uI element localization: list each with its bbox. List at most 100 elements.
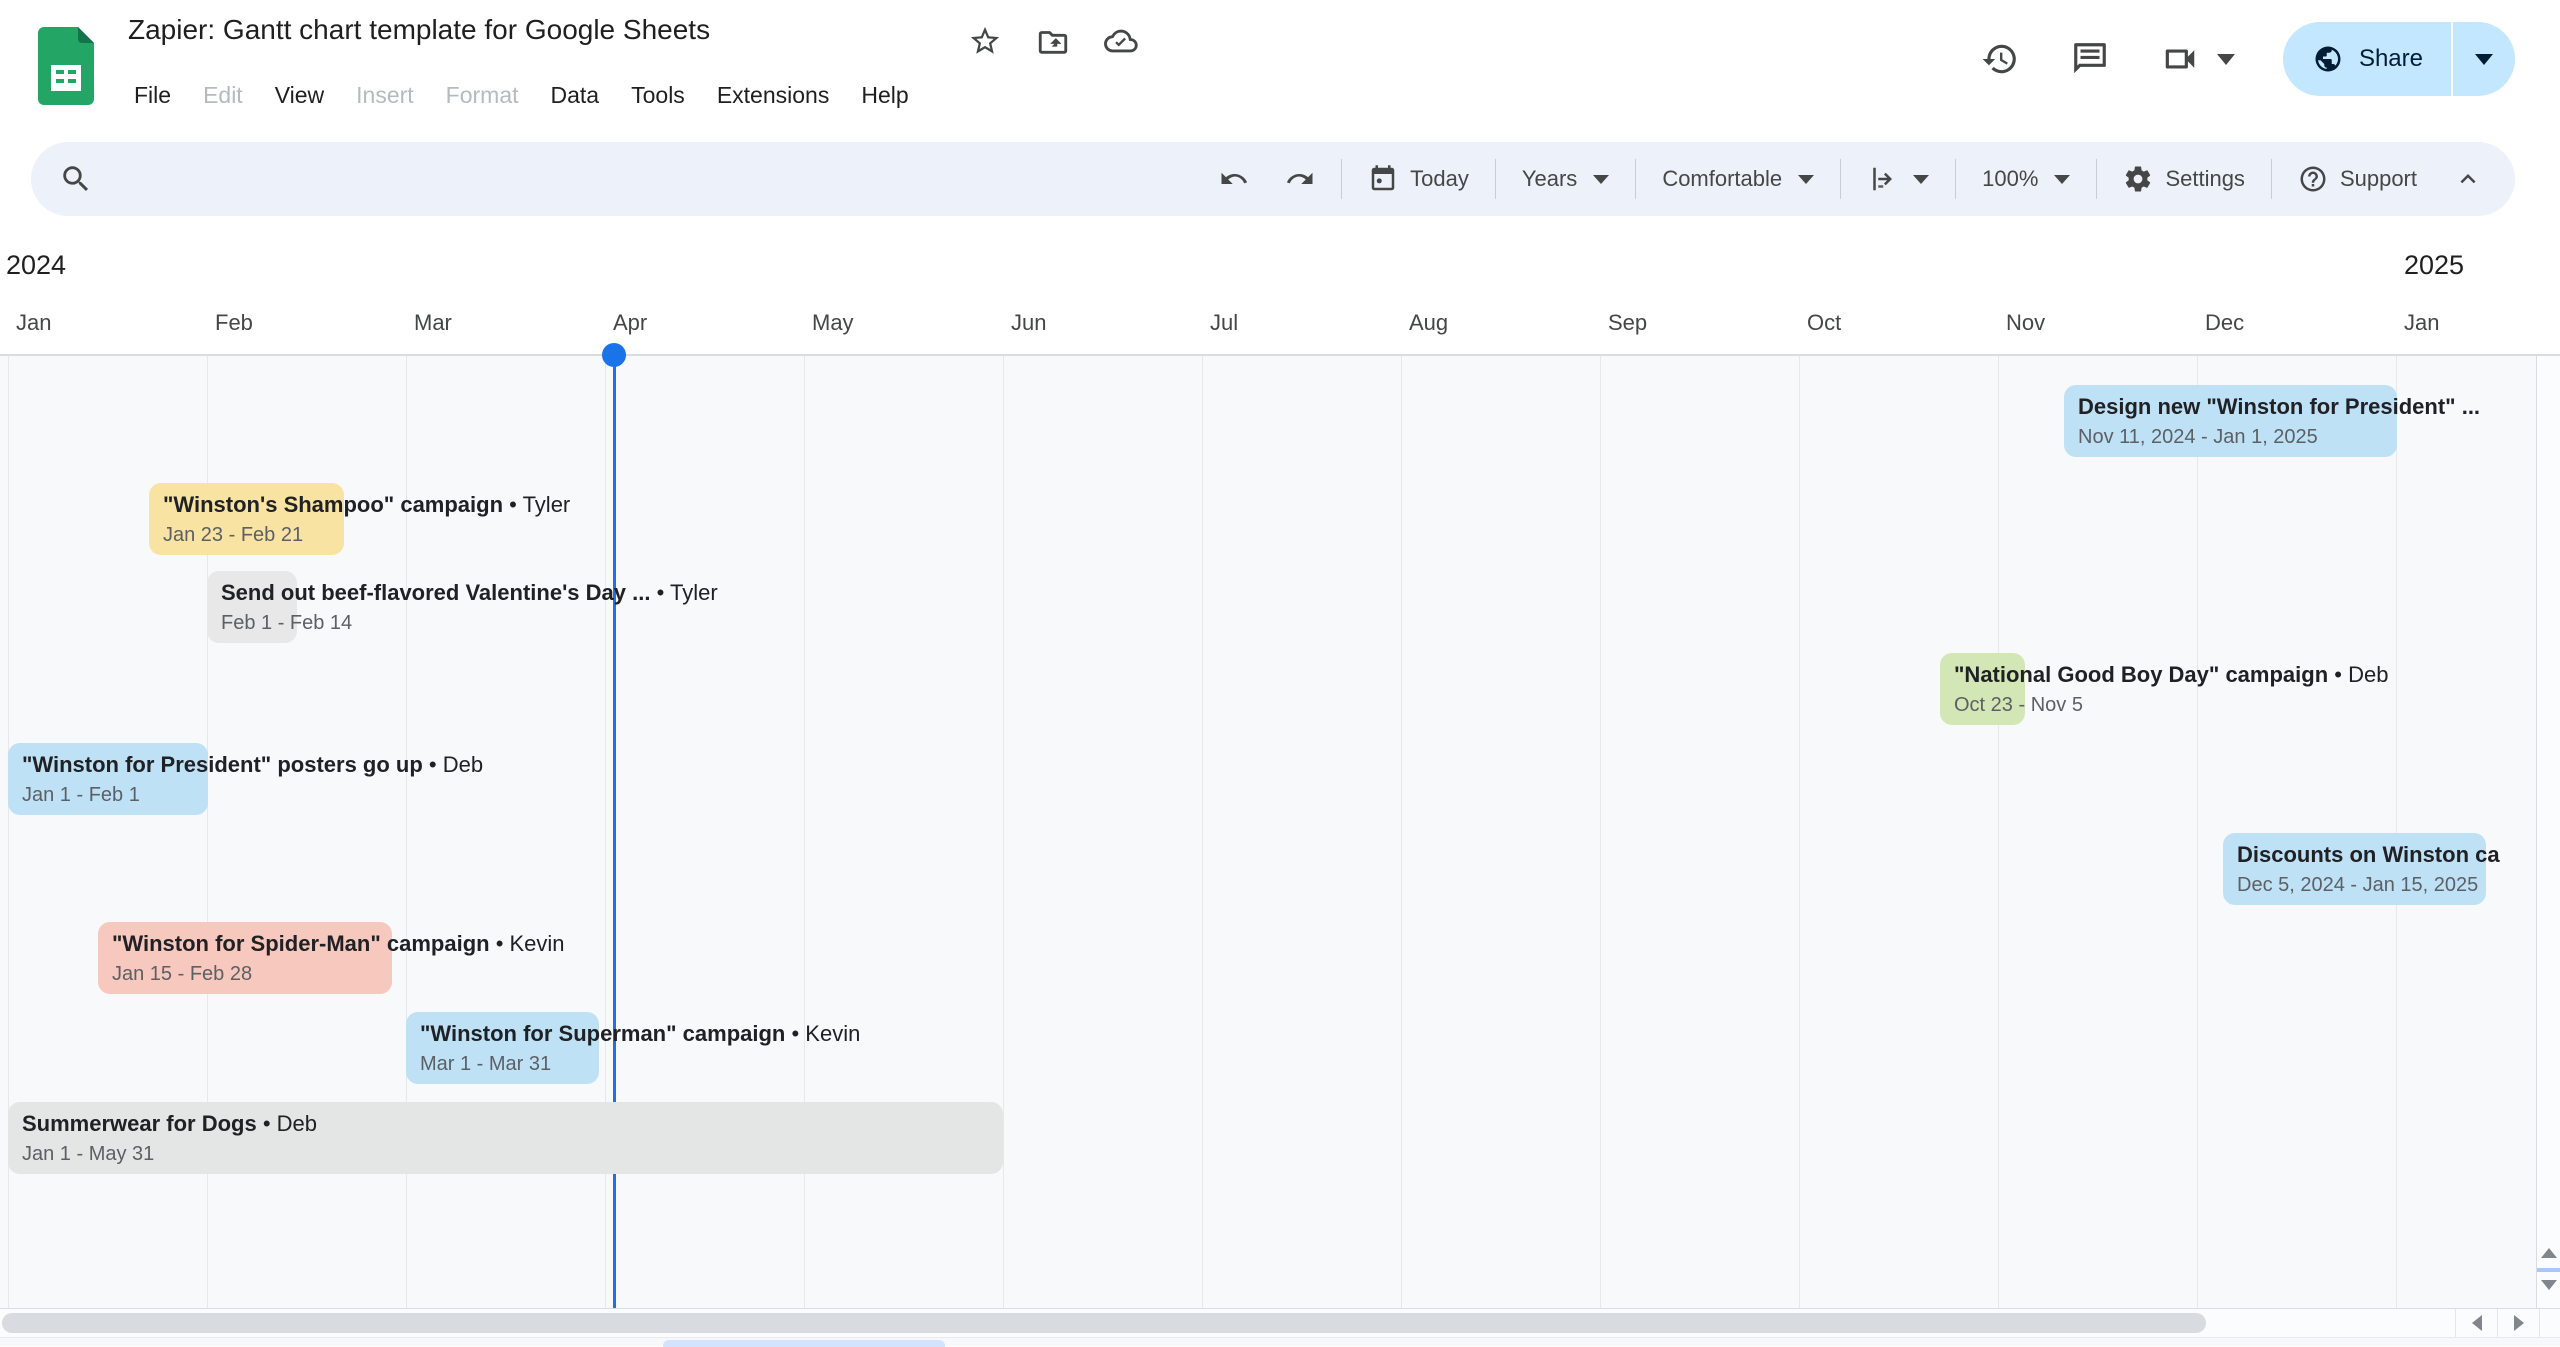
share-main[interactable]: Share (2283, 22, 2451, 96)
menu-bar: FileEditViewInsertFormatDataToolsExtensi… (118, 76, 925, 115)
today-label: Today (1410, 166, 1469, 192)
task-text: "Winston for Spider-Man" campaign • Kevi… (112, 929, 565, 988)
menu-extensions[interactable]: Extensions (701, 76, 846, 115)
toolbar: Today Years Comfortable 100% Settings Su… (31, 142, 2515, 216)
task-dates: Oct 23 - Nov 5 (1954, 691, 2388, 719)
year-label: 2024 (6, 250, 66, 281)
menu-file[interactable]: File (118, 76, 187, 115)
share-button[interactable]: Share (2283, 22, 2515, 96)
task-dates: Feb 1 - Feb 14 (221, 609, 718, 637)
version-history-icon[interactable] (1981, 40, 2019, 78)
settings-button[interactable]: Settings (2105, 164, 2263, 194)
range-label: Years (1522, 166, 1577, 192)
zoom-dropdown[interactable]: 100% (1964, 166, 2088, 192)
task-dates: Jan 23 - Feb 21 (163, 521, 570, 549)
share-dropdown[interactable] (2451, 22, 2515, 96)
cloud-saved-icon[interactable] (1104, 24, 1138, 58)
menu-tools[interactable]: Tools (615, 76, 701, 115)
task-text: "National Good Boy Day" campaign • DebOc… (1954, 660, 2388, 719)
task-owner: • Tyler (503, 492, 570, 517)
month-label: Jul (1210, 310, 1238, 336)
scroll-down-button[interactable] (2541, 1280, 2557, 1290)
month-gridline (1600, 356, 1601, 1308)
task-dates: Jan 15 - Feb 28 (112, 960, 565, 988)
scroll-right-button[interactable] (2497, 1309, 2539, 1337)
task-dates: Dec 5, 2024 - Jan 15, 2025 (2237, 871, 2500, 899)
bottom-strip (0, 1337, 2560, 1346)
task-text: Design new "Winston for President" ...No… (2078, 392, 2480, 451)
move-folder-icon[interactable] (1036, 24, 1070, 58)
card-alignment-dropdown[interactable] (1849, 164, 1947, 194)
task-dates: Nov 11, 2024 - Jan 1, 2025 (2078, 423, 2480, 451)
density-dropdown[interactable]: Comfortable (1644, 166, 1832, 192)
task-title: "Winston for President" posters go up • … (22, 750, 483, 780)
today-button[interactable]: Today (1350, 164, 1487, 194)
month-label: May (812, 310, 854, 336)
month-gridline (1401, 356, 1402, 1308)
menu-edit: Edit (187, 76, 259, 115)
task-title: "Winston's Shampoo" campaign • Tyler (163, 490, 570, 520)
doc-title-actions (968, 24, 1138, 58)
app-header: Zapier: Gantt chart template for Google … (0, 0, 2560, 140)
scroll-up-button[interactable] (2541, 1248, 2557, 1258)
redo-button[interactable] (1267, 164, 1333, 194)
toolbar-divider (2271, 159, 2272, 199)
collapse-toolbar-button[interactable] (2435, 164, 2487, 194)
horizontal-scroll-thumb[interactable] (2, 1313, 2206, 1333)
task-owner: • Deb (423, 752, 483, 777)
undo-button[interactable] (1201, 164, 1267, 194)
share-label: Share (2359, 45, 2423, 73)
search-icon[interactable] (59, 162, 93, 196)
month-label: Mar (414, 310, 452, 336)
month-gridline (2197, 356, 2198, 1308)
month-gridline (2396, 356, 2397, 1308)
support-button[interactable]: Support (2280, 164, 2435, 194)
menu-insert: Insert (340, 76, 430, 115)
sheets-logo-icon[interactable] (38, 27, 94, 105)
month-gridline (1998, 356, 1999, 1308)
comment-icon[interactable] (2071, 40, 2109, 78)
menu-view[interactable]: View (259, 76, 340, 115)
task-title: "Winston for Superman" campaign • Kevin (420, 1019, 860, 1049)
vertical-scrollbar[interactable] (2536, 356, 2560, 1308)
left-arrow-icon (2472, 1315, 2482, 1331)
month-label: Oct (1807, 310, 1841, 336)
task-title: Design new "Winston for President" ... (2078, 392, 2480, 422)
menu-data[interactable]: Data (535, 76, 616, 115)
globe-icon (2313, 44, 2343, 74)
menu-format: Format (430, 76, 535, 115)
meet-button[interactable] (2161, 40, 2235, 78)
right-arrow-icon (2514, 1315, 2524, 1331)
task-title: Send out beef-flavored Valentine's Day .… (221, 578, 718, 608)
range-dropdown[interactable]: Years (1504, 166, 1627, 192)
month-label: Feb (215, 310, 253, 336)
star-icon[interactable] (968, 24, 1002, 58)
month-label: Jan (16, 310, 51, 336)
chevron-down-icon (2054, 175, 2070, 184)
video-camera-icon (2161, 40, 2199, 78)
chevron-down-icon (2475, 54, 2493, 65)
task-dates: Jan 1 - May 31 (22, 1140, 317, 1168)
toolbar-divider (1635, 159, 1636, 199)
doc-title[interactable]: Zapier: Gantt chart template for Google … (128, 14, 710, 45)
task-dates: Mar 1 - Mar 31 (420, 1050, 860, 1078)
menu-help[interactable]: Help (845, 76, 924, 115)
toolbar-divider (1495, 159, 1496, 199)
scroll-left-button[interactable] (2455, 1309, 2497, 1337)
help-icon (2298, 164, 2328, 194)
task-text: Discounts on Winston caDec 5, 2024 - Jan… (2237, 840, 2500, 899)
vertical-scroll-thumb[interactable] (2537, 1268, 2560, 1272)
month-gridline (1003, 356, 1004, 1308)
task-text: "Winston for Superman" campaign • KevinM… (420, 1019, 860, 1078)
year-label: 2025 (2404, 250, 2464, 281)
task-owner: • Deb (2328, 662, 2388, 687)
task-owner: • Kevin (490, 931, 565, 956)
horizontal-scrollbar[interactable] (0, 1308, 2560, 1337)
month-label: Apr (613, 310, 647, 336)
task-title: "Winston for Spider-Man" campaign • Kevi… (112, 929, 565, 959)
month-label: Jan (2404, 310, 2439, 336)
support-label: Support (2340, 166, 2417, 192)
density-label: Comfortable (1662, 166, 1782, 192)
month-label: Sep (1608, 310, 1647, 336)
task-title: Summerwear for Dogs • Deb (22, 1109, 317, 1139)
